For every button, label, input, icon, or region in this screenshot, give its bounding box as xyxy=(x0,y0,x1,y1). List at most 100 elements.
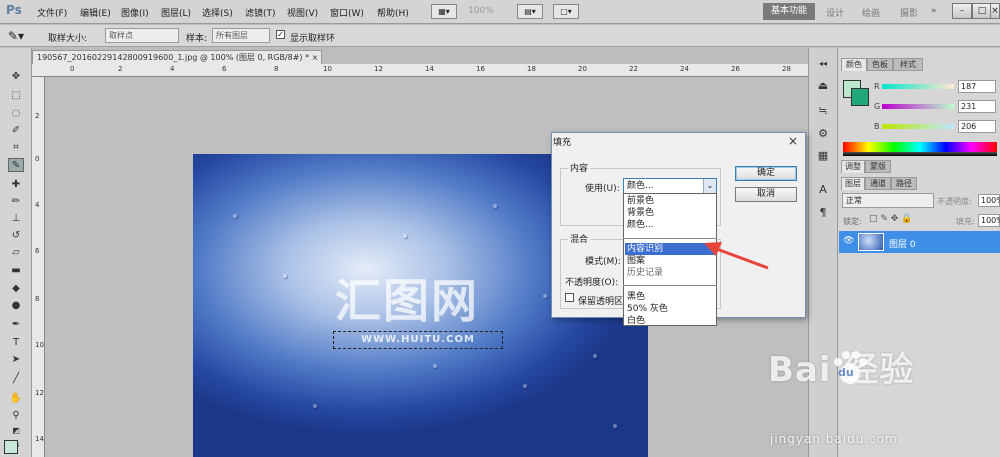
layer-thumbnail[interactable] xyxy=(858,233,884,251)
brush-tool-icon[interactable]: ✏ xyxy=(8,195,24,209)
checkbox-icon xyxy=(565,293,574,302)
crop-tool-icon[interactable]: ⌗ xyxy=(8,141,24,155)
more-workspaces-icon[interactable]: » xyxy=(931,6,937,16)
character-panel-icon[interactable]: A xyxy=(815,182,831,198)
color-spectrum[interactable] xyxy=(843,142,997,152)
arrange-documents-icon[interactable]: ▦▾ xyxy=(431,4,457,19)
sample-size-select[interactable]: 取样点 xyxy=(105,28,179,43)
foreground-color-swatch[interactable] xyxy=(4,440,18,454)
menu-window[interactable]: 窗口(W) xyxy=(330,6,364,19)
color-background[interactable] xyxy=(851,88,869,106)
tab-layers[interactable]: 图层 xyxy=(841,177,865,190)
eraser-tool-icon[interactable]: ▱ xyxy=(8,246,24,260)
option-white[interactable]: 白色 xyxy=(625,315,715,327)
type-tool-icon[interactable]: T xyxy=(8,336,24,350)
swap-colors-icon[interactable]: ◩ ⇆ xyxy=(8,424,24,449)
paragraph-panel-icon[interactable]: ¶ xyxy=(815,205,831,221)
workspace-essentials[interactable]: 基本功能 xyxy=(763,3,815,20)
ruler-label: 2 xyxy=(118,65,123,73)
eyedropper-preset-icon[interactable]: ✎▾ xyxy=(8,29,24,43)
menu-view[interactable]: 视图(V) xyxy=(287,6,318,19)
option-black[interactable]: 黑色 xyxy=(625,291,715,303)
quick-select-tool-icon[interactable]: ✐ xyxy=(8,124,24,138)
tab-swatches[interactable]: 色板 xyxy=(867,58,893,71)
actions-panel-icon[interactable]: ≒ xyxy=(815,103,831,119)
dialog-close-icon[interactable]: × xyxy=(788,134,798,148)
eyedropper-tool-icon[interactable]: ✎ xyxy=(8,158,24,172)
tab-color[interactable]: 颜色 xyxy=(841,58,867,71)
tab-styles[interactable]: 样式 xyxy=(893,58,923,71)
workspace-photography[interactable]: 摄影 xyxy=(900,6,918,19)
menu-layer[interactable]: 图层(L) xyxy=(161,6,191,19)
cancel-button[interactable]: 取消 xyxy=(735,187,797,202)
b-slider[interactable] xyxy=(882,124,954,129)
tool-presets-icon[interactable]: ⚙ xyxy=(815,126,831,142)
history-panel-icon[interactable]: ⏏ xyxy=(815,78,831,94)
visibility-eye-icon[interactable]: 👁 xyxy=(843,236,854,246)
show-ring-label: 显示取样环 xyxy=(290,34,336,44)
workspace-design[interactable]: 设计 xyxy=(826,6,844,19)
show-ring-checkbox[interactable]: ✓ xyxy=(276,30,285,40)
gradient-tool-icon[interactable]: ▬ xyxy=(8,264,24,278)
clone-source-icon[interactable]: ▦ xyxy=(815,148,831,164)
b-value[interactable]: 206 xyxy=(958,120,996,133)
lasso-tool-icon[interactable]: ◌ xyxy=(8,107,24,121)
fill-label: 填充: xyxy=(956,217,975,226)
collapse-icon[interactable]: ◂◂ xyxy=(815,56,831,72)
zoom-tool-icon[interactable]: ⚲ xyxy=(8,409,24,423)
menu-help[interactable]: 帮助(H) xyxy=(377,6,409,19)
r-value[interactable]: 187 xyxy=(958,80,996,93)
marquee-tool-icon[interactable]: ⬚ xyxy=(8,89,24,103)
chevron-down-icon[interactable]: ⌄ xyxy=(703,179,716,193)
sample-select[interactable]: 所有图层 xyxy=(212,28,270,43)
r-slider[interactable] xyxy=(882,84,954,89)
menu-edit[interactable]: 编辑(E) xyxy=(80,6,111,19)
hand-tool-icon[interactable]: ✋ xyxy=(8,392,24,406)
option-foreground-color[interactable]: 前景色 xyxy=(625,195,715,207)
minimize-button[interactable]: – xyxy=(952,3,972,19)
document-tab[interactable]: 190567_20160229142800919600_1.jpg @ 100%… xyxy=(32,50,322,64)
blend-mode-select[interactable]: 正常 xyxy=(842,193,934,208)
color-spectrum-dark[interactable] xyxy=(843,152,997,156)
ruler-label: 14 xyxy=(425,65,434,73)
maximize-button[interactable]: □ xyxy=(972,3,992,19)
lock-icons[interactable]: □ ✎ ✥ 🔒 xyxy=(869,214,912,224)
path-select-tool-icon[interactable]: ➤ xyxy=(8,353,24,367)
move-tool-icon[interactable]: ✥ xyxy=(8,70,24,84)
option-color[interactable]: 颜色... xyxy=(625,219,715,231)
tab-channels[interactable]: 通道 xyxy=(865,177,891,190)
menu-file[interactable]: 文件(F) xyxy=(37,6,67,19)
g-value[interactable]: 231 xyxy=(958,100,996,113)
history-brush-tool-icon[interactable]: ↺ xyxy=(8,229,24,243)
workspace-painting[interactable]: 绘画 xyxy=(862,6,880,19)
menu-filter[interactable]: 滤镜(T) xyxy=(245,6,276,19)
stamp-tool-icon[interactable]: ⊥ xyxy=(8,212,24,226)
tab-adjustments[interactable]: 调整 xyxy=(841,160,865,173)
preserve-transparency-checkbox[interactable] xyxy=(565,293,574,303)
ruler-label: 20 xyxy=(578,65,587,73)
zoom-level[interactable]: 100% xyxy=(468,6,494,16)
tab-masks[interactable]: 蒙版 xyxy=(865,160,891,173)
ok-button[interactable]: 确定 xyxy=(735,166,797,181)
line-tool-icon[interactable]: ╱ xyxy=(8,372,24,386)
blur-tool-icon[interactable]: ◆ xyxy=(8,282,24,296)
dodge-tool-icon[interactable]: ● xyxy=(8,299,24,313)
baidu-url: jingyan.baidu.com xyxy=(770,432,898,446)
ruler-label: 10 xyxy=(323,65,332,73)
option-background-color[interactable]: 背景色 xyxy=(625,207,715,219)
layer-name[interactable]: 图层 0 xyxy=(889,237,916,250)
menu-select[interactable]: 选择(S) xyxy=(202,6,233,19)
mode-label: 模式(M): xyxy=(585,257,621,267)
opacity-value[interactable]: 100% xyxy=(978,194,1000,207)
healing-tool-icon[interactable]: ✚ xyxy=(8,178,24,192)
menu-image[interactable]: 图像(I) xyxy=(121,6,149,19)
sample-size-label: 取样大小: xyxy=(48,34,88,44)
fill-value[interactable]: 100% xyxy=(978,214,1000,227)
option-50-gray[interactable]: 50% 灰色 xyxy=(625,303,715,315)
close-app-button[interactable]: × xyxy=(990,3,1000,19)
screen-mode-icon[interactable]: ▢▾ xyxy=(553,4,579,19)
tab-paths[interactable]: 路径 xyxy=(891,177,917,190)
pen-tool-icon[interactable]: ✒ xyxy=(8,318,24,332)
screen-layout-icon[interactable]: ▤▾ xyxy=(517,4,543,19)
g-slider[interactable] xyxy=(882,104,954,109)
